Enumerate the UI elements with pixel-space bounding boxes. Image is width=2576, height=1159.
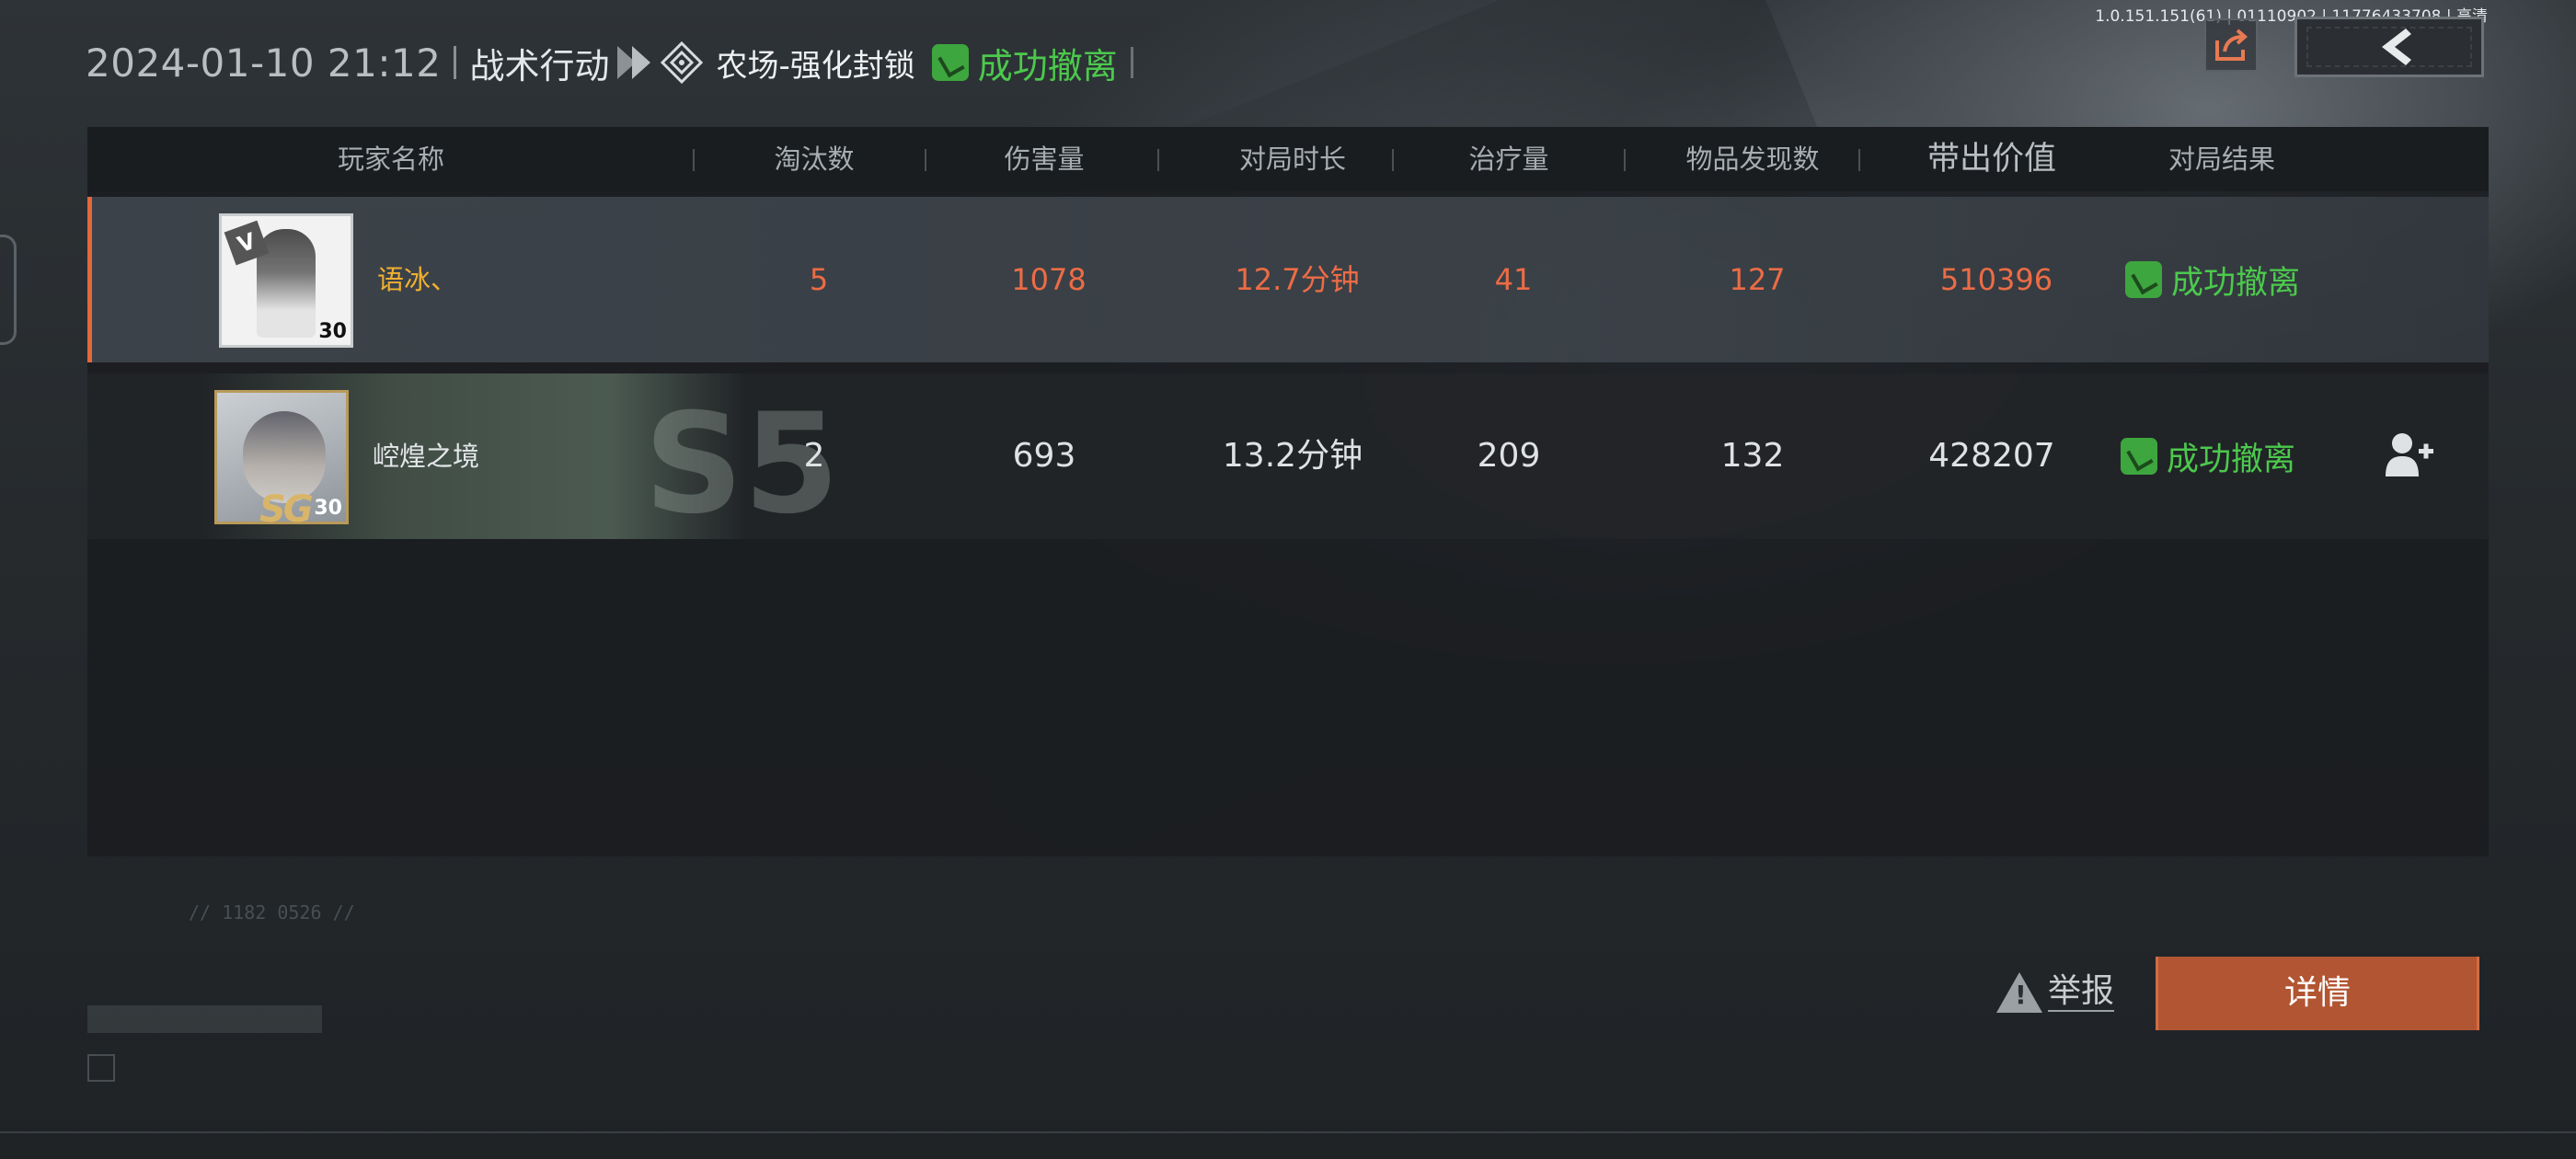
result-label: 成功撤离 — [2167, 441, 2296, 478]
report-button[interactable]: 举报 — [1996, 972, 2115, 1013]
sg-rank-icon: SG — [259, 488, 314, 531]
player-name: 崆煌之境 — [373, 441, 480, 472]
success-hand-icon — [2121, 438, 2157, 475]
column-header-kills: 淘汰数 — [774, 143, 855, 175]
match-result: 成功撤离 — [2125, 197, 2300, 362]
column-header-value: 带出价值 — [1926, 141, 2056, 178]
chevron-right-icon — [616, 46, 650, 79]
table-header: 玩家名称 淘汰数 伤害量 对局时长 治疗量 物品发现数 带出价值 对局结果 — [87, 127, 2489, 191]
column-header-damage: 伤害量 — [1004, 143, 1085, 175]
back-arrow-icon — [2382, 29, 2411, 65]
extracted-value: 510396 — [1939, 262, 2053, 297]
bottom-divider — [0, 1131, 2576, 1133]
add-friend-button[interactable] — [2384, 430, 2435, 478]
game-mode: 战术行动 — [469, 45, 610, 86]
back-button[interactable] — [2294, 17, 2484, 77]
avatar: SG 30 — [214, 390, 349, 531]
kills-value: 2 — [803, 437, 825, 475]
healing-value: 41 — [1494, 262, 1533, 297]
decorative-text: // 1182 0526 // — [189, 901, 355, 924]
duration-value: 13.2分钟 — [1222, 437, 1363, 475]
decorative-box — [87, 1054, 115, 1082]
match-result: 成功撤离 — [2121, 373, 2295, 539]
column-divider — [1624, 149, 1626, 171]
match-header: 2024-01-10 21:12 战术行动 农场-强化封锁 成功撤离 — [86, 37, 1133, 88]
table-row[interactable]: V 30 语冰、 5 1078 12.7分钟 41 127 510396 成功撤… — [87, 197, 2489, 362]
column-header-items: 物品发现数 — [1685, 143, 1820, 175]
extracted-value: 428207 — [1928, 437, 2055, 475]
damage-value: 693 — [1012, 437, 1076, 475]
add-friend-icon — [2386, 433, 2433, 476]
healing-value: 209 — [1477, 437, 1541, 475]
success-hand-icon — [2125, 261, 2162, 298]
header-divider — [454, 46, 457, 79]
warning-icon — [1996, 972, 2042, 1013]
kills-value: 5 — [809, 262, 829, 297]
extraction-status: 成功撤离 — [977, 45, 1118, 86]
success-hand-icon — [931, 44, 969, 81]
player-name: 语冰、 — [377, 264, 458, 295]
column-header-duration: 对局时长 — [1238, 143, 1346, 175]
items-value: 132 — [1720, 437, 1785, 475]
damage-value: 1078 — [1011, 262, 1087, 297]
player-level: 30 — [314, 497, 342, 520]
avatar: V 30 — [219, 213, 353, 348]
column-divider — [1858, 149, 1860, 171]
header-divider — [1130, 47, 1133, 78]
result-label: 成功撤离 — [2171, 264, 2301, 302]
match-datetime: 2024-01-10 21:12 — [86, 40, 442, 86]
scoreboard-table: 玩家名称 淘汰数 伤害量 对局时长 治疗量 物品发现数 带出价值 对局结果 V … — [87, 127, 2489, 856]
column-divider — [1157, 149, 1159, 171]
items-value: 127 — [1729, 262, 1786, 297]
map-name: 农场-强化封锁 — [716, 47, 915, 85]
share-button[interactable] — [2204, 18, 2258, 72]
column-header-result: 对局结果 — [2168, 143, 2275, 175]
table-row[interactable]: S5 SG 30 崆煌之境 2 693 13.2分钟 209 132 42820… — [87, 373, 2489, 545]
duration-value: 12.7分钟 — [1235, 262, 1360, 297]
column-header-player: 玩家名称 — [337, 143, 444, 175]
report-label: 举报 — [2048, 972, 2115, 1012]
player-level: 30 — [318, 320, 347, 343]
column-header-healing: 治疗量 — [1468, 143, 1549, 175]
column-divider — [1392, 149, 1394, 171]
column-divider — [925, 149, 926, 171]
share-icon — [2215, 29, 2248, 61]
column-divider — [693, 149, 695, 171]
map-diamond-icon — [660, 40, 704, 85]
details-button[interactable]: 详情 — [2156, 957, 2479, 1030]
side-drawer-handle — [0, 235, 17, 345]
decorative-bar — [87, 1005, 322, 1033]
